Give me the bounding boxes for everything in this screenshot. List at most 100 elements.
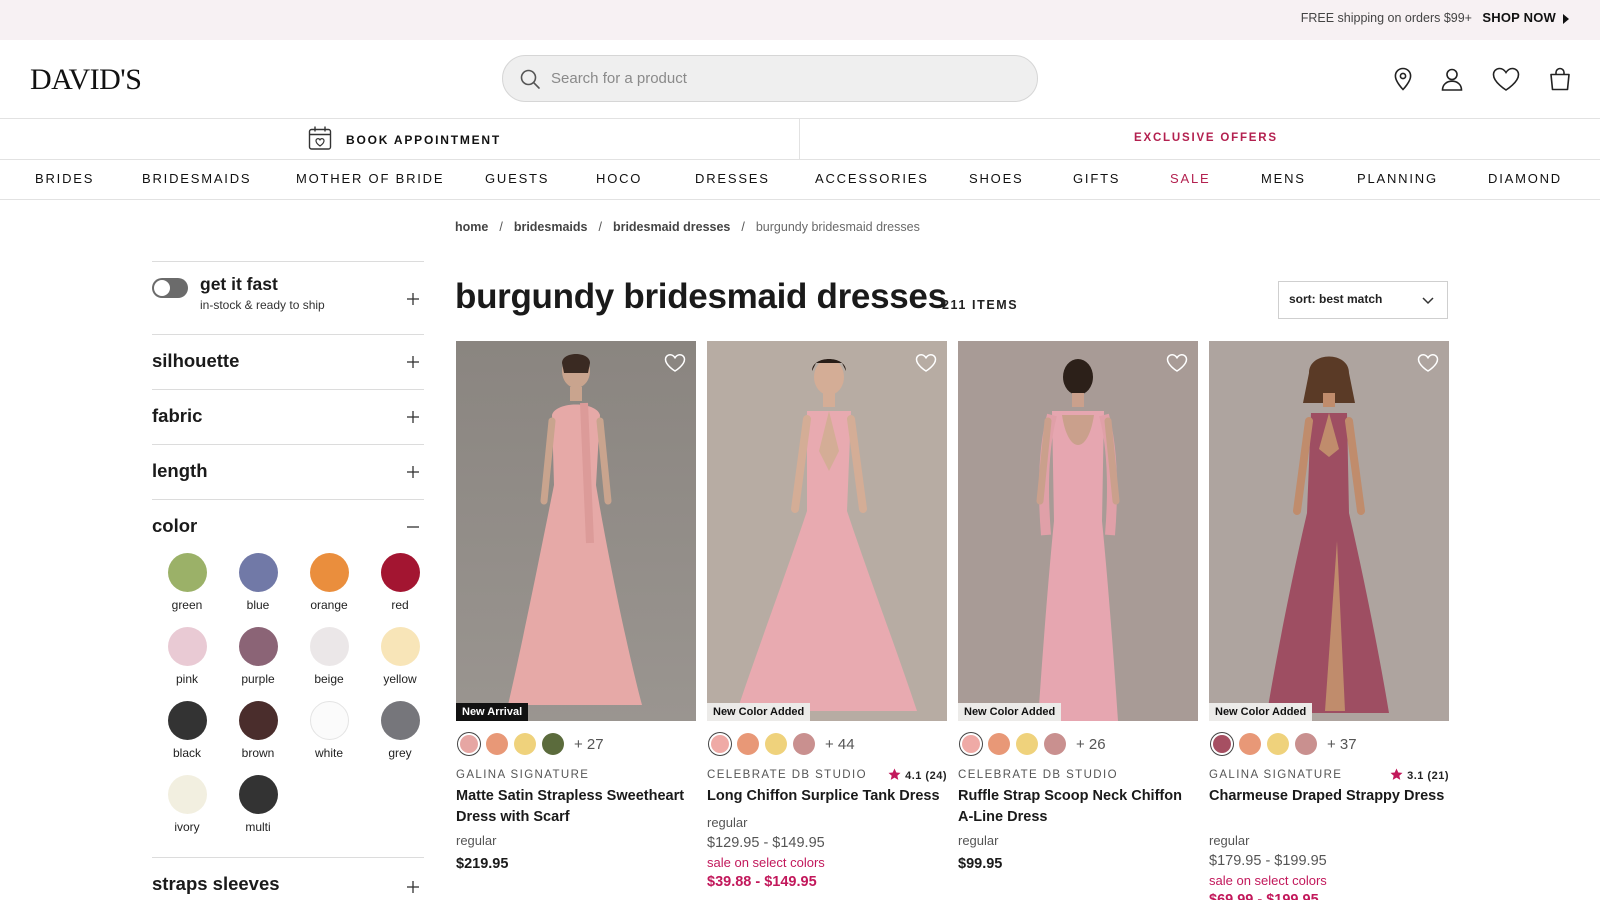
color-swatch[interactable] [793, 733, 815, 755]
product-badge: New Color Added [958, 703, 1062, 721]
product-image[interactable]: New Color Added [958, 341, 1198, 721]
sort-dropdown[interactable]: sort: best match [1278, 281, 1448, 319]
product-fit: regular [1209, 833, 1250, 848]
product-image[interactable]: New Arrival [456, 341, 696, 721]
minus-icon[interactable] [406, 520, 420, 534]
color-dot [309, 701, 349, 740]
color-swatch[interactable] [514, 733, 536, 755]
color-swatch[interactable] [1239, 733, 1261, 755]
filter-color-label[interactable]: color [152, 515, 197, 537]
product-name[interactable]: Matte Satin Strapless Sweetheart Dress w… [456, 786, 696, 828]
color-option-green[interactable]: green [152, 553, 222, 612]
exclusive-offers-link[interactable]: EXCLUSIVE OFFERS [1134, 132, 1278, 144]
color-swatch[interactable] [486, 733, 508, 755]
color-option-purple[interactable]: purple [223, 627, 293, 686]
heart-icon[interactable] [1417, 353, 1439, 378]
plus-icon[interactable] [406, 465, 420, 479]
filter-straps-sleeves[interactable]: straps sleeves [152, 857, 424, 900]
color-option-red[interactable]: red [365, 553, 435, 612]
color-option-orange[interactable]: orange [294, 553, 364, 612]
site-logo[interactable]: DAVID'S [30, 63, 142, 97]
search-input[interactable] [551, 56, 1021, 101]
product-brand: CELEBRATE DB STUDIO [707, 769, 867, 781]
search-bar[interactable] [502, 55, 1038, 102]
nav-brides[interactable]: BRIDES [35, 171, 94, 186]
star-icon [888, 768, 901, 784]
plus-icon[interactable] [406, 355, 420, 369]
product-name[interactable]: Long Chiffon Surplice Tank Dress [707, 786, 947, 807]
color-swatch[interactable] [1044, 733, 1066, 755]
product-price: $179.95 - $199.95 [1209, 853, 1327, 869]
nav-sale[interactable]: SALE [1170, 171, 1210, 186]
color-swatch[interactable] [765, 733, 787, 755]
nav-mens[interactable]: MENS [1261, 171, 1306, 186]
color-swatch[interactable] [1213, 735, 1231, 753]
nav-diamond[interactable]: DIAMOND [1488, 171, 1562, 186]
rating-value: 3.1 (21) [1407, 770, 1449, 782]
nav-shoes[interactable]: SHOES [969, 171, 1024, 186]
heart-icon[interactable] [1491, 66, 1521, 92]
color-option-ivory[interactable]: ivory [152, 775, 222, 834]
user-icon[interactable] [1439, 66, 1465, 92]
more-colors[interactable]: + 26 [1076, 736, 1106, 753]
color-option-grey[interactable]: grey [365, 701, 435, 760]
heart-icon[interactable] [915, 353, 937, 378]
page-title: burgundy bridesmaid dresses [455, 277, 947, 316]
color-swatch[interactable] [542, 733, 564, 755]
color-option-brown[interactable]: brown [223, 701, 293, 760]
color-dot [309, 627, 349, 666]
nav-gifts[interactable]: GIFTS [1073, 171, 1120, 186]
filter-fabric[interactable]: fabric [152, 389, 424, 444]
book-appointment-link[interactable]: BOOK APPOINTMENT [308, 126, 501, 153]
breadcrumb-separator: / [741, 220, 745, 234]
product-image[interactable]: New Color Added [1209, 341, 1449, 721]
filter-silhouette[interactable]: silhouette [152, 334, 424, 389]
breadcrumb-bridesmaids[interactable]: bridesmaids [514, 220, 588, 234]
color-swatch[interactable] [988, 733, 1010, 755]
more-colors[interactable]: + 44 [825, 736, 855, 753]
product-image[interactable]: New Color Added [707, 341, 947, 721]
color-swatch[interactable] [1267, 733, 1289, 755]
product-name[interactable]: Charmeuse Draped Strappy Dress [1209, 786, 1449, 807]
product-price: $219.95 [456, 856, 509, 872]
more-colors[interactable]: + 27 [574, 736, 604, 753]
nav-mother-of-bride[interactable]: MOTHER OF BRIDE [296, 171, 444, 186]
color-swatch[interactable] [1295, 733, 1317, 755]
plus-icon[interactable] [406, 880, 420, 894]
nav-guests[interactable]: GUESTS [485, 171, 549, 186]
plus-icon[interactable] [406, 410, 420, 424]
color-option-pink[interactable]: pink [152, 627, 222, 686]
color-swatch[interactable] [460, 735, 478, 753]
more-colors[interactable]: + 37 [1327, 736, 1357, 753]
color-option-blue[interactable]: blue [223, 553, 293, 612]
sale-price: $39.88 - $149.95 [707, 874, 817, 890]
sale-price: $69.99 - $199.95 [1209, 892, 1319, 900]
get-it-fast-toggle[interactable] [152, 278, 188, 298]
filter-length[interactable]: length [152, 444, 424, 499]
caret-right-icon[interactable] [1563, 14, 1569, 24]
color-option-black[interactable]: black [152, 701, 222, 760]
nav-bridesmaids[interactable]: BRIDESMAIDS [142, 171, 251, 186]
heart-icon[interactable] [664, 353, 686, 378]
color-swatch[interactable] [737, 733, 759, 755]
color-swatch[interactable] [1016, 733, 1038, 755]
heart-icon[interactable] [1166, 353, 1188, 378]
breadcrumb-home[interactable]: home [455, 220, 488, 234]
nav-planning[interactable]: PLANNING [1357, 171, 1438, 186]
nav-accessories[interactable]: ACCESSORIES [815, 171, 929, 186]
product-name[interactable]: Ruffle Strap Scoop Neck Chiffon A-Line D… [958, 786, 1198, 828]
color-swatch[interactable] [711, 735, 729, 753]
filter-length-label: length [152, 460, 208, 481]
shop-now-link[interactable]: SHOP NOW [1482, 10, 1556, 25]
color-swatch[interactable] [962, 735, 980, 753]
location-pin-icon[interactable] [1390, 66, 1416, 92]
color-option-beige[interactable]: beige [294, 627, 364, 686]
color-option-white[interactable]: white [294, 701, 364, 760]
nav-hoco[interactable]: HOCO [596, 171, 642, 186]
color-option-yellow[interactable]: yellow [365, 627, 435, 686]
shopping-bag-icon[interactable] [1547, 66, 1573, 92]
nav-dresses[interactable]: DRESSES [695, 171, 770, 186]
breadcrumb-bridesmaid-dresses[interactable]: bridesmaid dresses [613, 220, 730, 234]
color-option-multi[interactable]: multi [223, 775, 293, 834]
plus-icon[interactable] [406, 292, 420, 306]
